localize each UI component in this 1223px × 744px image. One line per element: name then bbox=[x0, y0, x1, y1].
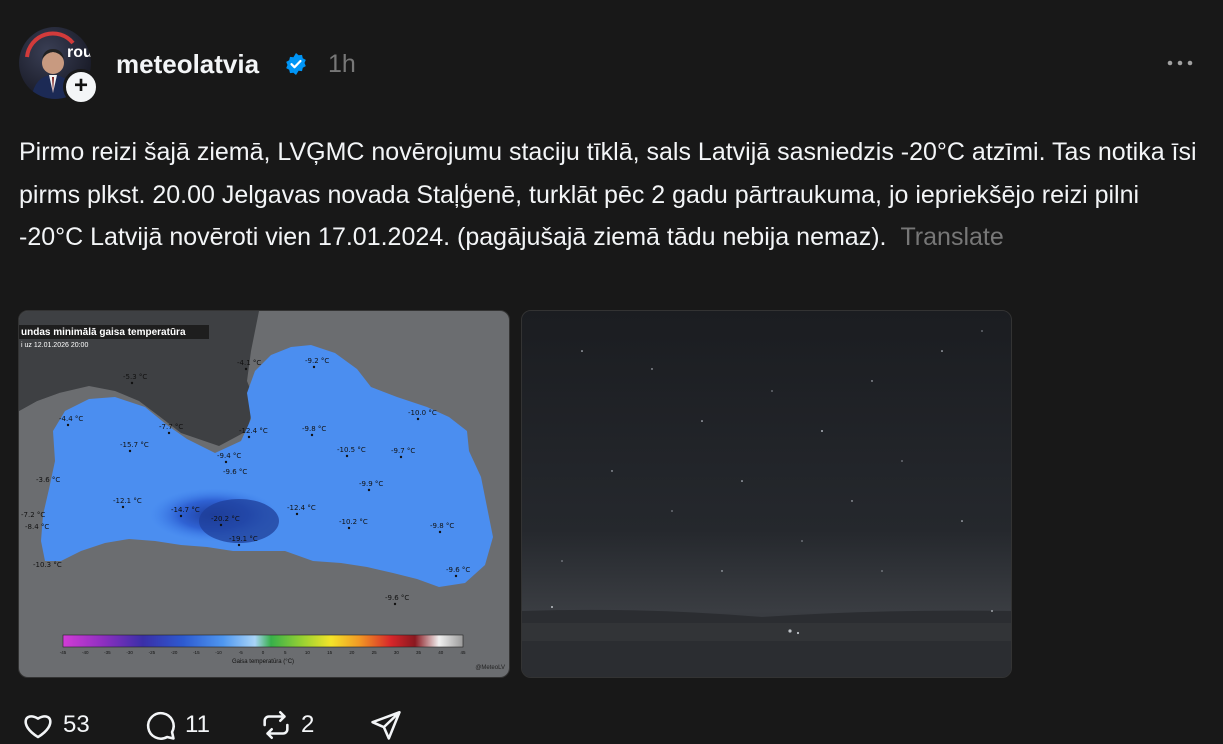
station-temp: -9.2 °C bbox=[305, 357, 329, 365]
legend-tick: -5 bbox=[239, 650, 243, 655]
legend-tick: -15 bbox=[193, 650, 200, 655]
station-temp: -10.2 °C bbox=[339, 518, 368, 526]
like-button[interactable]: 53 bbox=[21, 708, 90, 742]
temperature-map-image[interactable]: undas minimālā gaisa temperatūra i uz 12… bbox=[18, 310, 510, 678]
post-timestamp: 1h bbox=[328, 50, 356, 78]
legend-label: Gaisa temperatūra (°C) bbox=[232, 659, 294, 665]
more-options-icon[interactable] bbox=[1166, 58, 1194, 68]
station-temp: -9.8 °C bbox=[430, 522, 454, 530]
verified-badge-icon bbox=[286, 53, 306, 75]
legend-tick: 15 bbox=[327, 650, 333, 655]
legend-tick: 30 bbox=[394, 650, 400, 655]
repost-button[interactable]: 2 bbox=[259, 708, 314, 742]
station-temp: -9.9 °C bbox=[359, 480, 383, 488]
legend-tick: -20 bbox=[171, 650, 178, 655]
station-temp: -12.1 °C bbox=[113, 497, 142, 505]
legend-tick: 45 bbox=[460, 650, 466, 655]
station-temp: -9.8 °C bbox=[302, 425, 326, 433]
station-temp: -9.4 °C bbox=[217, 452, 241, 460]
repost-count: 2 bbox=[301, 711, 315, 738]
station-temp: -4.1 °C bbox=[237, 359, 261, 367]
station-temp: -5.3 °C bbox=[123, 373, 147, 381]
legend-tick: -35 bbox=[104, 650, 111, 655]
username[interactable]: meteolatvia bbox=[116, 49, 259, 80]
station-temp: -19.1 °C bbox=[229, 535, 258, 543]
legend-tick: -30 bbox=[126, 650, 133, 655]
map-subtitle: i uz 12.01.2026 20:00 bbox=[21, 342, 88, 349]
post-body: Pirmo reizi šajā ziemā, LVĢMC novērojumu… bbox=[19, 138, 1197, 251]
legend-tick: -25 bbox=[149, 650, 156, 655]
legend-tick: 10 bbox=[305, 650, 311, 655]
station-temp: -10.5 °C bbox=[337, 446, 366, 454]
share-button[interactable] bbox=[369, 708, 403, 742]
station-temp: -15.7 °C bbox=[120, 441, 149, 449]
station-temp: -9.6 °C bbox=[446, 566, 470, 574]
comment-button[interactable]: 11 bbox=[143, 708, 210, 742]
station-temp: -9.6 °C bbox=[223, 468, 247, 476]
map-title: undas minimālā gaisa temperatūra bbox=[21, 327, 186, 338]
station-temp: -3.6 °C bbox=[36, 476, 60, 484]
like-count: 53 bbox=[63, 711, 90, 738]
legend-tick: 35 bbox=[416, 650, 422, 655]
legend-tick: 20 bbox=[349, 650, 355, 655]
comment-icon bbox=[146, 711, 175, 740]
translate-link[interactable]: Translate bbox=[900, 223, 1003, 251]
station-temp: -9.6 °C bbox=[385, 594, 409, 602]
station-temp: -12.4 °C bbox=[287, 504, 316, 512]
station-temp: -14.7 °C bbox=[171, 506, 200, 514]
plus-icon: + bbox=[73, 72, 88, 99]
repost-icon bbox=[263, 710, 289, 740]
station-temp: -7.7 °C bbox=[159, 423, 183, 431]
station-temp: -7.2 °C bbox=[21, 511, 45, 519]
legend-tick: 0 bbox=[262, 650, 265, 655]
legend-tick: 5 bbox=[284, 650, 287, 655]
map-watermark: @MeteoLV bbox=[475, 665, 505, 671]
station-temp: -20.2 °C bbox=[211, 515, 240, 523]
legend-tick: -40 bbox=[82, 650, 89, 655]
legend-tick: 40 bbox=[438, 650, 444, 655]
heart-icon bbox=[24, 715, 52, 739]
legend-tick: -10 bbox=[215, 650, 222, 655]
svg-text:rou: rou bbox=[67, 44, 91, 61]
station-temp: -9.7 °C bbox=[391, 447, 415, 455]
post-text: Pirmo reizi šajā ziemā, LVĢMC novērojumu… bbox=[19, 131, 1204, 259]
station-temp: -10.3 °C bbox=[33, 561, 62, 569]
comment-count: 11 bbox=[185, 711, 210, 738]
share-icon bbox=[371, 710, 401, 740]
station-temp: -12.4 °C bbox=[239, 427, 268, 435]
night-sky-photo[interactable] bbox=[521, 310, 1012, 678]
follow-button[interactable]: + bbox=[63, 69, 99, 105]
station-temp: -10.0 °C bbox=[408, 409, 437, 417]
station-temp: -4.4 °C bbox=[59, 415, 83, 423]
legend-tick: 25 bbox=[372, 650, 378, 655]
station-temp: -8.4 °C bbox=[25, 523, 49, 531]
legend-tick: -45 bbox=[60, 650, 67, 655]
